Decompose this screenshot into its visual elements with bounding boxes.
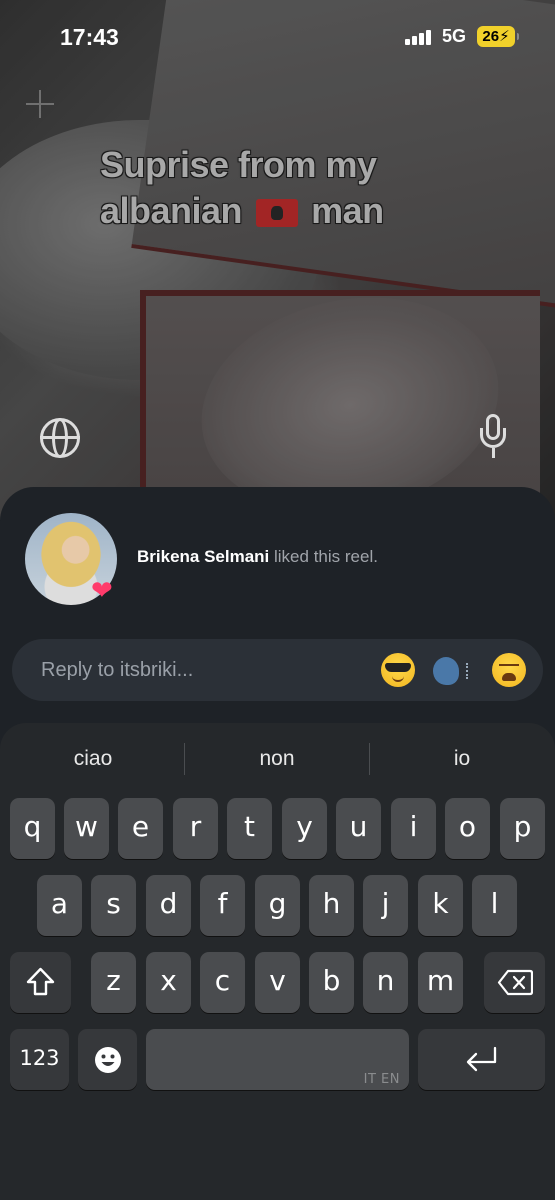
speaking-head-emoji-icon[interactable] — [432, 653, 468, 687]
key-c[interactable]: c — [200, 952, 245, 1013]
reply-input[interactable]: Reply to itsbriki... — [12, 639, 543, 701]
albania-flag-icon — [255, 199, 298, 228]
emoji-key[interactable] — [78, 1029, 137, 1090]
key-f[interactable]: f — [200, 875, 245, 936]
key-s[interactable]: s — [91, 875, 136, 936]
suggestion-3[interactable]: io — [402, 747, 522, 771]
status-time: 17:43 — [60, 24, 119, 50]
delete-key[interactable] — [484, 952, 545, 1013]
key-j[interactable]: j — [363, 875, 408, 936]
key-r[interactable]: r — [173, 798, 218, 859]
keyboard: ciao non io q w e r t y u i o p a s d f … — [0, 723, 555, 1200]
caption-line-1: Suprise from my — [100, 144, 377, 185]
key-d[interactable]: d — [146, 875, 191, 936]
key-x[interactable]: x — [146, 952, 191, 1013]
key-v[interactable]: v — [255, 952, 300, 1013]
key-h[interactable]: h — [309, 875, 354, 936]
battery-icon: 26⚡ — [477, 26, 519, 47]
key-o[interactable]: o — [445, 798, 490, 859]
reply-placeholder: Reply to itsbriki... — [41, 659, 194, 681]
key-l[interactable]: l — [472, 875, 517, 936]
key-p[interactable]: p — [500, 798, 545, 859]
cellular-signal-icon — [405, 29, 435, 45]
smiley-icon — [95, 1047, 121, 1073]
suggestion-1[interactable]: ciao — [33, 747, 153, 771]
space-bar[interactable]: IT EN — [146, 1029, 409, 1090]
liker-name[interactable]: Brikena Selmani — [137, 547, 269, 566]
key-i[interactable]: i — [391, 798, 436, 859]
return-key[interactable] — [418, 1029, 545, 1090]
key-g[interactable]: g — [255, 875, 300, 936]
shift-key[interactable] — [10, 952, 71, 1013]
key-n[interactable]: n — [363, 952, 408, 1013]
numbers-key[interactable]: 123 — [10, 1029, 69, 1090]
shift-icon — [26, 967, 55, 996]
key-q[interactable]: q — [10, 798, 55, 859]
key-t[interactable]: t — [227, 798, 272, 859]
language-tag: IT EN — [363, 1072, 400, 1087]
network-type: 5G — [442, 26, 467, 46]
key-z[interactable]: z — [91, 952, 136, 1013]
key-k[interactable]: k — [418, 875, 463, 936]
return-icon — [466, 1046, 497, 1072]
globe-icon[interactable] — [40, 418, 80, 458]
plus-icon — [26, 90, 54, 118]
weary-face-emoji-icon[interactable] — [492, 653, 526, 687]
key-e[interactable]: e — [118, 798, 163, 859]
key-a[interactable]: a — [37, 875, 82, 936]
heart-icon: ❤ — [91, 575, 113, 605]
key-u[interactable]: u — [336, 798, 381, 859]
status-bar: 17:43 5G 26⚡ — [0, 0, 555, 72]
avatar[interactable]: ❤ — [25, 513, 117, 605]
backspace-icon — [497, 969, 533, 996]
like-notice: Brikena Selmani liked this reel. — [137, 547, 378, 566]
sunglasses-emoji-icon[interactable] — [381, 653, 415, 687]
key-m[interactable]: m — [418, 952, 463, 1013]
caption-line-2: albanian man — [100, 190, 384, 231]
suggestion-2[interactable]: non — [217, 747, 337, 771]
key-y[interactable]: y — [282, 798, 327, 859]
key-w[interactable]: w — [64, 798, 109, 859]
reel-caption: Suprise from my albanian man — [100, 142, 440, 234]
reel-video-frame[interactable] — [0, 0, 555, 520]
suggestion-bar: ciao non io — [0, 743, 555, 777]
key-b[interactable]: b — [309, 952, 354, 1013]
